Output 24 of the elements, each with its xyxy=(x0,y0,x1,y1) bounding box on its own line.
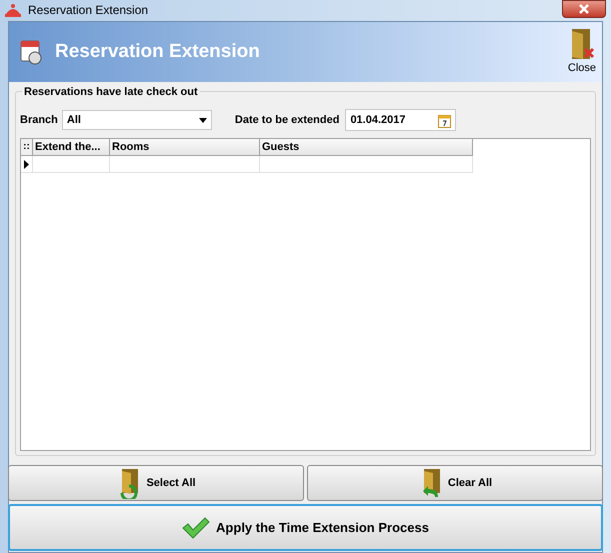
close-icon xyxy=(578,4,590,14)
column-header[interactable]: Guests xyxy=(260,139,473,156)
field-label: Branch xyxy=(20,112,58,128)
column-header[interactable]: Rooms xyxy=(110,139,260,156)
close-button[interactable] xyxy=(562,0,606,18)
header-title: Reservation Extension xyxy=(55,40,260,64)
column-header[interactable]: Extend the... xyxy=(33,139,110,156)
app-icon xyxy=(4,2,22,18)
select-all-button[interactable]: Select All xyxy=(8,465,304,501)
date-field[interactable]: 01.04.2017 xyxy=(345,109,456,131)
table-cell[interactable] xyxy=(110,156,260,173)
calendar-icon[interactable] xyxy=(438,112,452,128)
branch-dropdown[interactable]: All xyxy=(62,110,212,130)
clear-all-button[interactable]: Clear All xyxy=(307,465,603,501)
window-title: Reservation Extension xyxy=(28,2,148,19)
calendar-icon xyxy=(19,38,43,66)
row-indicator-header: :: xyxy=(21,139,33,156)
checkmark-icon xyxy=(182,516,210,538)
table-cell[interactable] xyxy=(33,156,110,173)
dropdown-arrow-icon xyxy=(198,118,207,122)
field-label: Date to be extended xyxy=(234,112,340,128)
close-button[interactable]: Close xyxy=(568,28,596,76)
apply-button[interactable]: Apply the Time Extension Process xyxy=(8,504,603,551)
table-cell[interactable] xyxy=(260,156,473,173)
